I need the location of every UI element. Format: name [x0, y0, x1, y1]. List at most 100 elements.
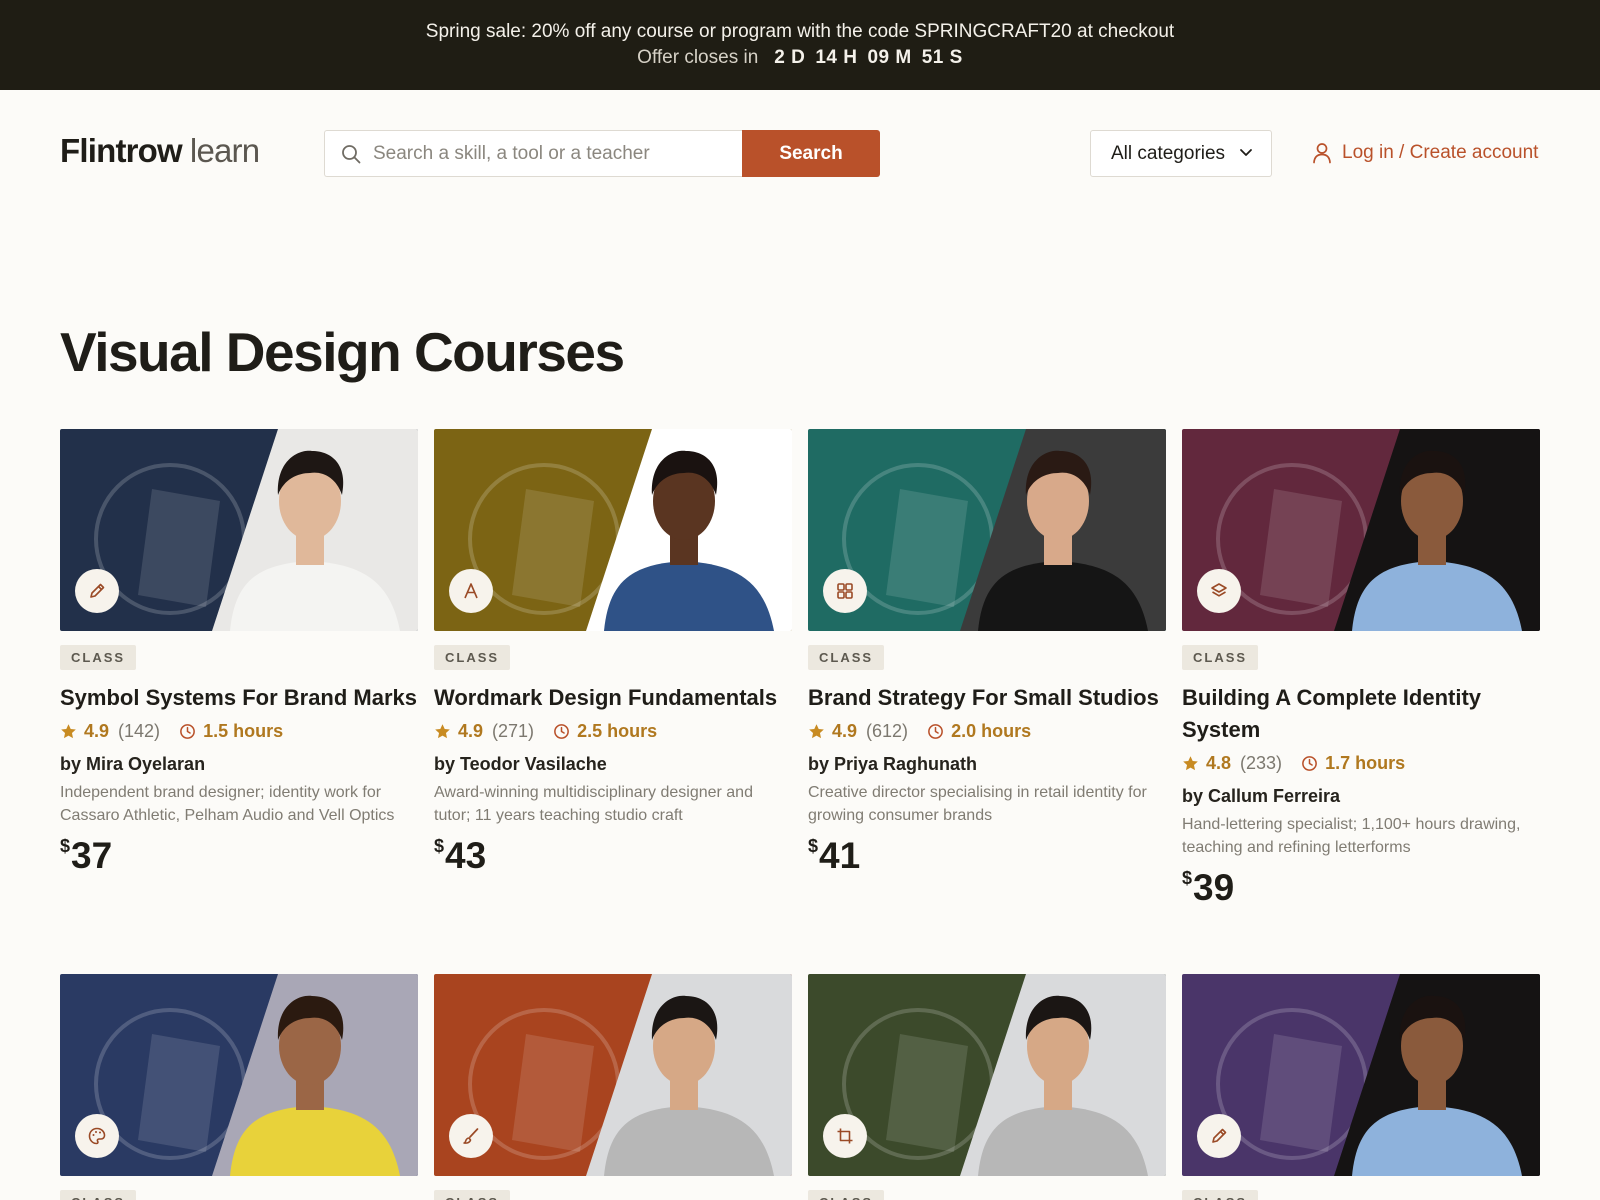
course-review-count: (612)	[866, 720, 909, 741]
course-title[interactable]: Building A Complete Identity System	[1182, 682, 1540, 746]
course-rating: 4.9	[84, 720, 110, 741]
category-badge	[823, 1114, 867, 1158]
countdown-days: 2 D	[774, 47, 806, 68]
clock-icon	[1302, 755, 1317, 771]
pencil-icon	[90, 583, 105, 598]
course-type-tag: CLASS	[808, 645, 885, 670]
course-type-tag: CLASS	[60, 645, 137, 670]
category-badge	[75, 1114, 119, 1158]
promo-message: Spring sale: 20% off any course or progr…	[425, 21, 1175, 42]
clock-icon	[554, 723, 569, 739]
course-card[interactable]: CLASS Symbol Systems For Brand Marks 4.9 (1…	[60, 429, 418, 877]
course-meta: 4.8 (233) 1.7 hours	[1182, 750, 1540, 776]
logo-light: learn	[189, 132, 260, 169]
currency-symbol: $	[60, 836, 71, 856]
course-title[interactable]: Symbol Systems For Brand Marks	[60, 682, 418, 714]
search-box	[324, 130, 742, 177]
course-thumbnail[interactable]	[1182, 974, 1540, 1176]
currency-symbol: $	[434, 836, 445, 856]
course-meta: 4.9 (142) 1.5 hours	[60, 718, 418, 744]
course-price-value: 43	[445, 835, 487, 876]
promo-countdown: Offer closes in 2 D 14 H 09 M 51 S	[0, 47, 1600, 69]
course-review-count: (233)	[1240, 752, 1283, 773]
course-price: $41	[808, 835, 1166, 877]
course-price: $39	[1182, 867, 1540, 909]
course-rating: 4.9	[832, 720, 858, 741]
login-label: Log in / Create account	[1342, 142, 1539, 163]
course-type-tag: CLASS	[434, 645, 511, 670]
search-form: Search	[324, 130, 880, 177]
course-card[interactable]: CLASS Brand Strategy For Small Studios 4.9…	[808, 429, 1166, 877]
course-thumbnail[interactable]	[434, 429, 792, 631]
course-duration: 1.7 hours	[1325, 752, 1406, 773]
course-price-value: 37	[71, 835, 113, 876]
search-input[interactable]	[373, 139, 733, 169]
currency-symbol: $	[1182, 868, 1193, 888]
category-badge	[449, 569, 493, 613]
course-card[interactable]: CLASS	[434, 974, 792, 1200]
promo-banner: Spring sale: 20% off any course or progr…	[0, 0, 1600, 90]
course-card[interactable]: CLASS	[60, 974, 418, 1200]
course-price-value: 39	[1193, 867, 1235, 908]
star-icon	[1183, 755, 1198, 770]
clock-icon	[928, 723, 943, 739]
search-icon	[342, 145, 361, 164]
star-icon	[61, 723, 76, 738]
clock-icon	[180, 723, 195, 739]
course-title[interactable]: Brand Strategy For Small Studios	[808, 682, 1166, 714]
category-select[interactable]: All categories	[1090, 130, 1272, 177]
course-price: $37	[60, 835, 418, 877]
course-author[interactable]: by Mira Oyelaran	[60, 754, 418, 775]
category-badge	[449, 1114, 493, 1158]
course-thumbnail[interactable]	[60, 974, 418, 1176]
site-logo[interactable]: Flintrow learn	[60, 132, 260, 170]
crop-icon	[837, 1128, 853, 1144]
user-icon	[1313, 143, 1331, 164]
course-author-bio: Creative director specialising in retail…	[808, 784, 1147, 824]
category-badge	[1197, 1114, 1241, 1158]
countdown-hours: 14 H	[815, 47, 858, 68]
currency-symbol: $	[808, 836, 819, 856]
course-card[interactable]: CLASS	[1182, 974, 1540, 1200]
course-price-value: 41	[819, 835, 861, 876]
countdown-seconds: 51 S	[921, 47, 963, 68]
site-header: Flintrowlearn Search All categories Log …	[0, 90, 1600, 220]
course-card[interactable]: CLASS Wordmark Design Fundamentals 4.9 (271…	[434, 429, 792, 877]
course-meta: 4.9 (612) 2.0 hours	[808, 718, 1166, 744]
grid-icon	[837, 583, 853, 599]
course-type-tag: CLASS	[1182, 645, 1259, 670]
course-meta: 4.9 (271) 2.5 hours	[434, 718, 792, 744]
course-thumbnail[interactable]	[434, 974, 792, 1176]
page-title: Visual Design Courses	[60, 321, 625, 383]
countdown-minutes: 09 M	[867, 47, 912, 68]
pencil-icon	[1212, 1128, 1227, 1143]
course-title[interactable]: Wordmark Design Fundamentals	[434, 682, 792, 714]
type-a-icon	[464, 583, 478, 599]
course-duration: 1.5 hours	[203, 720, 284, 741]
palette-icon	[88, 1127, 106, 1145]
course-duration: 2.5 hours	[577, 720, 658, 741]
course-thumbnail[interactable]	[808, 429, 1166, 631]
star-icon	[809, 723, 824, 738]
chevron-down-icon	[1240, 149, 1252, 156]
logo-bold: Flintrow	[60, 132, 183, 169]
brush-icon	[463, 1128, 479, 1144]
course-card[interactable]: CLASS Building A Complete Identity System…	[1182, 429, 1540, 909]
course-author[interactable]: by Callum Ferreira	[1182, 786, 1540, 807]
course-type-tag: CLASS	[1182, 1190, 1259, 1200]
course-author-bio: Hand-lettering specialist; 1,100+ hours …	[1182, 816, 1521, 856]
countdown-label: Offer closes in	[637, 47, 759, 68]
search-button[interactable]: Search	[742, 130, 880, 177]
category-badge	[823, 569, 867, 613]
course-thumbnail[interactable]	[1182, 429, 1540, 631]
course-author[interactable]: by Priya Raghunath	[808, 754, 1166, 775]
course-type-tag: CLASS	[434, 1190, 511, 1200]
course-thumbnail[interactable]	[60, 429, 418, 631]
course-rating: 4.9	[458, 720, 484, 741]
category-select-value: All categories	[1111, 143, 1226, 164]
course-card[interactable]: CLASS	[808, 974, 1166, 1200]
course-type-tag: CLASS	[808, 1190, 885, 1200]
category-badge	[1197, 569, 1241, 613]
course-thumbnail[interactable]	[808, 974, 1166, 1176]
course-author[interactable]: by Teodor Vasilache	[434, 754, 792, 775]
